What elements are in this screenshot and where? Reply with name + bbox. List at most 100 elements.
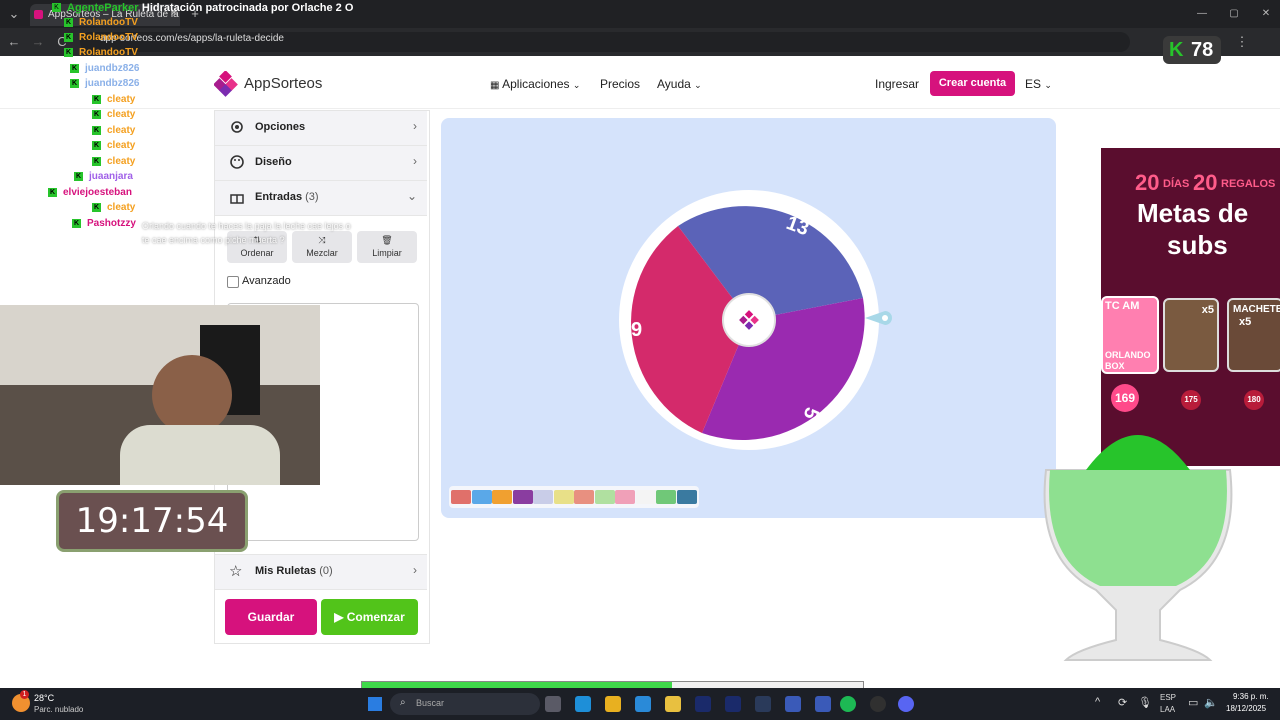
palette-swatch[interactable]: [492, 490, 512, 504]
avanzado-checkbox[interactable]: [227, 276, 239, 288]
chat-line: Kcleaty: [92, 94, 135, 105]
taskbar-search[interactable]: ⌕ Buscar: [390, 693, 540, 715]
weather-badge: 1: [20, 690, 29, 699]
forward-button[interactable]: →: [28, 28, 48, 56]
kick-glass-icon: [1043, 435, 1233, 661]
taskbar-time[interactable]: 9:36 p. m.: [1233, 692, 1269, 701]
microphone-icon[interactable]: 🎙: [1138, 696, 1152, 709]
palette-swatch[interactable]: [635, 490, 656, 504]
chat-line: Kcleaty: [92, 156, 135, 167]
roulette-wheel[interactable]: 13 5 9: [617, 188, 881, 452]
reward-2-badge: x5: [1201, 304, 1214, 316]
hydration-banner: K AgenteParker Hidratación patrocinada po…: [52, 0, 353, 14]
volume-icon[interactable]: 🔈: [1204, 696, 1218, 709]
nav-ingresar[interactable]: Ingresar: [875, 77, 919, 91]
close-window-button[interactable]: ✕: [1254, 0, 1278, 28]
metas-title-2: subs: [1167, 230, 1228, 260]
network-icon[interactable]: ▭: [1188, 696, 1198, 709]
palette-swatch[interactable]: [656, 490, 676, 504]
chat-username: RolandooTV: [79, 47, 138, 58]
reward-food: x5: [1163, 298, 1219, 372]
limpiar-button[interactable]: 🗑 Limpiar: [357, 231, 417, 263]
palette-swatch[interactable]: [533, 490, 553, 504]
nav-precios[interactable]: Precios: [600, 77, 640, 91]
palette-swatch[interactable]: [676, 490, 697, 504]
chat-line: Kelviejoesteban: [48, 187, 132, 198]
appsorteos-favicon-icon: [34, 10, 43, 19]
chrome-icon[interactable]: [605, 696, 621, 712]
premiere-icon[interactable]: [695, 696, 711, 712]
language-selector[interactable]: ES ⌄: [1025, 77, 1052, 91]
chat-line: Kcleaty: [92, 202, 135, 213]
guardar-button[interactable]: Guardar: [225, 599, 317, 635]
kick-badge-icon: K: [92, 202, 101, 212]
minimize-window-button[interactable]: —: [1190, 0, 1214, 28]
windows-start-icon[interactable]: [368, 697, 382, 711]
search-icon: ⌕: [400, 697, 406, 708]
steam-icon[interactable]: [755, 696, 771, 712]
taskbar-search-placeholder: Buscar: [416, 698, 445, 708]
obs-icon[interactable]: [870, 696, 886, 712]
explorer-icon[interactable]: [665, 696, 681, 712]
audition-icon[interactable]: [725, 696, 741, 712]
back-button[interactable]: ←: [4, 28, 24, 56]
app-icon[interactable]: [815, 696, 831, 712]
chat-username: elviejoesteban: [63, 187, 132, 198]
weather-desc: Parc. nublado: [34, 705, 84, 714]
spotify-icon[interactable]: [840, 696, 856, 712]
store-icon[interactable]: [635, 696, 651, 712]
kick-counter: K 78: [1163, 36, 1221, 64]
milestone-3: 180: [1244, 390, 1264, 410]
edge-icon[interactable]: [575, 696, 591, 712]
kick-badge-icon: K: [64, 47, 73, 57]
opciones-row[interactable]: Opciones ›: [215, 111, 427, 146]
crear-cuenta-button[interactable]: Crear cuenta: [930, 71, 1015, 96]
palette-swatch[interactable]: [553, 490, 574, 504]
palette-swatch[interactable]: [594, 490, 615, 504]
chevron-right-icon: ›: [413, 563, 417, 577]
palette-swatch[interactable]: [471, 490, 492, 504]
taskbar-date[interactable]: 18/12/2025: [1226, 704, 1266, 713]
banner-user: AgenteParker: [67, 2, 139, 14]
palette-swatch[interactable]: [451, 490, 471, 504]
chat-line: Kcleaty: [92, 140, 135, 151]
chat-username: cleaty: [107, 125, 136, 136]
mis-ruletas-row[interactable]: ☆ Mis Ruletas (0) ›: [215, 554, 427, 590]
task-view-icon[interactable]: [545, 696, 561, 712]
nav-aplicaciones-label: Aplicaciones: [502, 77, 570, 91]
chevron-down-icon: ⌄: [1044, 80, 1052, 90]
appsorteos-logo-icon[interactable]: [213, 70, 240, 97]
logo-text[interactable]: AppSorteos: [244, 75, 322, 92]
palette-swatch[interactable]: [615, 490, 635, 504]
entradas-row[interactable]: Entradas (3) ⌄: [215, 181, 427, 216]
language-top[interactable]: ESP: [1160, 693, 1176, 702]
star-icon: ☆: [229, 563, 243, 580]
kick-badge-icon: K: [70, 63, 79, 73]
comenzar-button[interactable]: ▶ Comenzar: [321, 599, 418, 635]
kick-badge-icon: K: [92, 109, 101, 119]
milestone-2: 175: [1181, 390, 1201, 410]
discord-icon[interactable]: [898, 696, 914, 712]
sync-icon[interactable]: ⟳: [1118, 696, 1127, 709]
language-bottom[interactable]: LAA: [1160, 705, 1175, 714]
teams-icon[interactable]: [785, 696, 801, 712]
nav-aplicaciones[interactable]: ▦ Aplicaciones ⌄: [490, 77, 580, 91]
nav-ayuda[interactable]: Ayuda ⌄: [657, 77, 702, 91]
chevron-up-icon[interactable]: ^: [1095, 696, 1100, 708]
language-label: ES: [1025, 77, 1042, 91]
windows-taskbar: 1 28°C Parc. nublado ⌕ Buscar ^ ⟳ 🎙 ESP …: [0, 688, 1280, 720]
palette-swatch[interactable]: [574, 490, 594, 504]
chat-line: Kjuandbz826: [70, 63, 139, 74]
browser-menu-icon[interactable]: ⋮: [1232, 28, 1252, 56]
chat-username: cleaty: [107, 202, 136, 213]
diseno-row[interactable]: Diseño ›: [215, 146, 427, 181]
kick-badge-icon: K: [64, 17, 73, 27]
maximize-window-button[interactable]: ▢: [1222, 0, 1246, 28]
avanzado-label: Avanzado: [242, 275, 291, 287]
kick-badge-icon: K: [70, 78, 79, 88]
tab-list-button[interactable]: ⌄: [4, 0, 24, 28]
limpiar-label: Limpiar: [372, 248, 402, 258]
palette-swatch[interactable]: [512, 490, 533, 504]
weather-temp: 28°C: [34, 693, 55, 703]
wheel-center-button[interactable]: [722, 293, 776, 347]
